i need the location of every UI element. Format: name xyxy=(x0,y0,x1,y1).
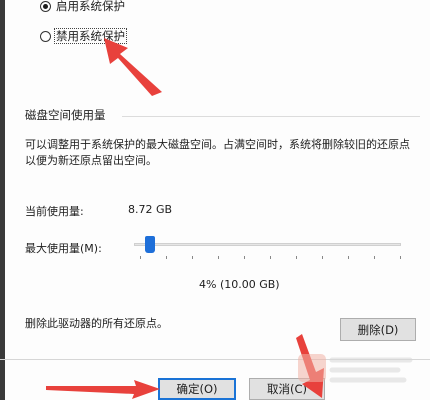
max-usage-label: 最大使用量(M): xyxy=(25,242,102,255)
radio-enable-label: 启用系统保护 xyxy=(56,0,125,13)
current-usage-label: 当前使用量: xyxy=(25,205,84,218)
cancel-button[interactable]: 取消(C) xyxy=(249,378,325,400)
disk-usage-description: 可以调整用于系统保护的最大磁盘空间。占满空间时，系统将删除较旧的还原点 以便为新… xyxy=(25,137,425,169)
radio-enable-protection[interactable]: 启用系统保护 xyxy=(40,0,126,14)
max-usage-slider-track[interactable] xyxy=(134,243,401,246)
current-usage-value: 8.72 GB xyxy=(128,203,173,216)
delete-restore-points-label: 删除此驱动器的所有还原点。 xyxy=(25,317,168,330)
arrow-to-ok-button xyxy=(46,380,160,399)
slider-tick xyxy=(166,256,167,259)
arrow-to-disable-radio xyxy=(104,38,162,96)
radio-unchecked-icon[interactable] xyxy=(40,30,51,42)
slider-tick xyxy=(322,256,323,259)
footer-divider xyxy=(0,359,430,360)
max-usage-slider-thumb[interactable] xyxy=(145,236,156,253)
slider-tick xyxy=(140,256,141,259)
disk-usage-group-title: 磁盘空间使用量 xyxy=(25,108,106,122)
radio-disable-protection[interactable]: 禁用系统保护 xyxy=(40,28,127,44)
radio-disable-label: 禁用系统保护 xyxy=(54,28,127,44)
description-line-1: 可以调整用于系统保护的最大磁盘空间。占满空间时，系统将删除较旧的还原点 xyxy=(25,138,410,151)
slider-tick xyxy=(244,256,245,259)
radio-checked-icon[interactable] xyxy=(40,0,51,12)
group-divider xyxy=(122,116,420,117)
slider-tick xyxy=(218,256,219,259)
slider-tick xyxy=(270,256,271,259)
slider-tick xyxy=(348,256,349,259)
slider-tick xyxy=(400,256,401,259)
slider-tick xyxy=(296,256,297,259)
ok-button[interactable]: 确定(O) xyxy=(158,378,236,400)
slider-tick xyxy=(374,256,375,259)
slider-tick xyxy=(192,256,193,259)
delete-button[interactable]: 删除(D) xyxy=(340,318,416,341)
window-frame-edge xyxy=(0,0,5,400)
max-usage-percent: 4% (10.00 GB) xyxy=(199,278,280,291)
description-line-2: 以便为新还原点留出空间。 xyxy=(25,154,157,167)
system-protection-dialog: 启用系统保护 禁用系统保护 磁盘空间使用量 可以调整用于系统保护的最大磁盘空间。… xyxy=(0,0,430,400)
